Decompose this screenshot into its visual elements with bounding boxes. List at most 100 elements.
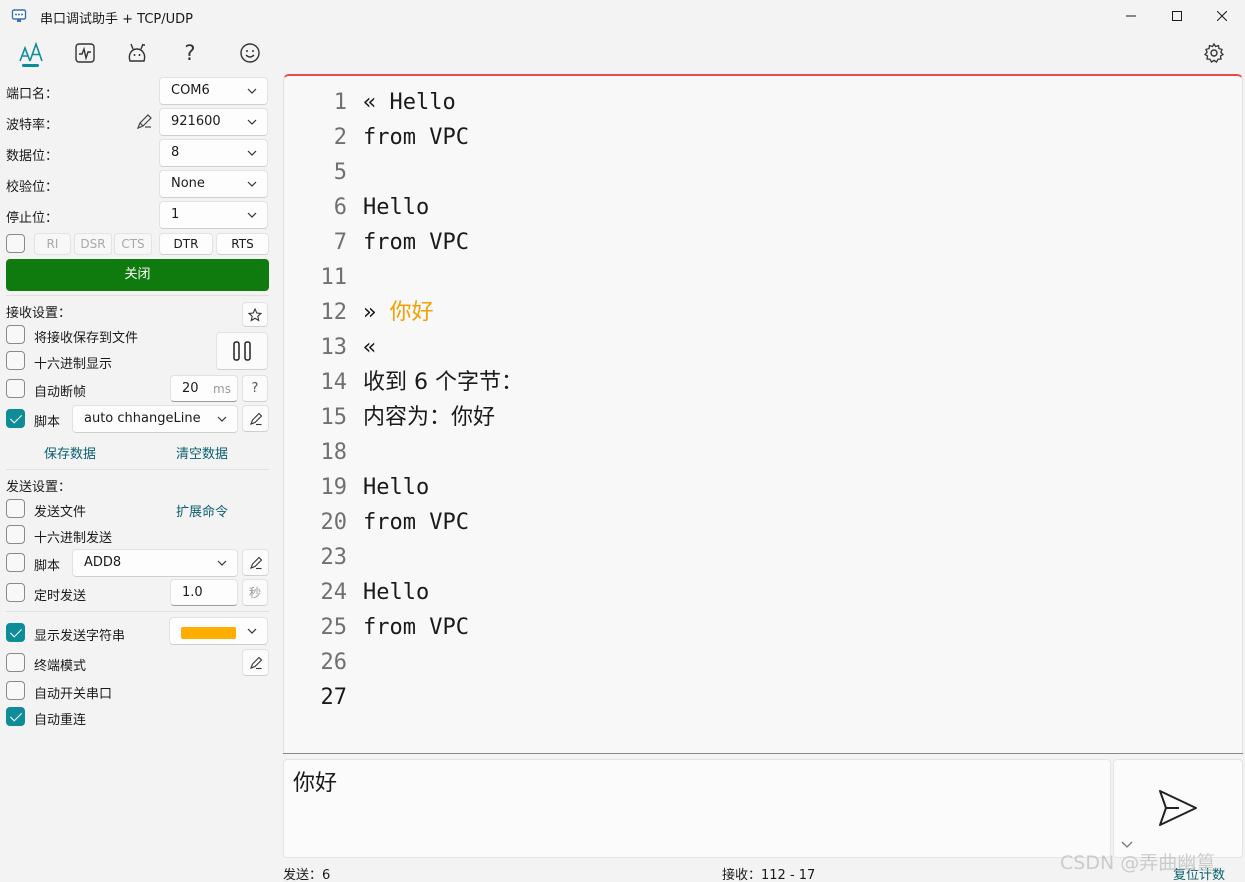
auto-reconnect-label: 自动重连 <box>34 713 87 728</box>
parity-value: None <box>171 176 205 191</box>
show-send-string-checkbox[interactable] <box>6 623 25 642</box>
port-select[interactable]: COM6 <box>159 77 268 105</box>
baud-select[interactable]: 921600 <box>159 108 268 136</box>
terminal-mode-edit-button[interactable] <box>242 649 269 676</box>
signals-checkbox[interactable] <box>6 234 25 253</box>
timed-send-value: 1.0 <box>182 585 203 600</box>
hex-send-checkbox[interactable] <box>6 525 25 544</box>
emoji-tab[interactable] <box>237 40 263 66</box>
extend-command-link[interactable]: 扩展命令 <box>176 501 228 520</box>
line-number: 19 <box>320 475 348 500</box>
chevron-down-icon <box>217 416 227 422</box>
line-number: 25 <box>320 615 348 640</box>
close-port-button[interactable]: 关闭 <box>6 259 269 291</box>
app-icon <box>11 9 27 22</box>
auto-switch-port-checkbox[interactable] <box>6 681 25 700</box>
maximize-button[interactable] <box>1154 0 1200 32</box>
divider <box>6 469 269 470</box>
auto-frame-unit: ms <box>213 382 231 396</box>
line-number: 14 <box>320 370 348 395</box>
dtr-button[interactable]: DTR <box>159 233 213 255</box>
edit-pen-icon[interactable] <box>136 113 153 130</box>
minimize-icon <box>1126 15 1136 17</box>
close-window-button[interactable] <box>1199 0 1245 32</box>
save-to-file-checkbox[interactable] <box>6 325 25 344</box>
left-panel: 端口名： COM6 波特率： 921600 数据位： 8 校验位： None 停… <box>0 74 278 882</box>
show-send-string-label: 显示发送字符串 <box>34 629 126 644</box>
settings-button[interactable] <box>1201 40 1227 66</box>
timed-send-unit: 秒 <box>242 579 268 606</box>
line-number: 13 <box>320 335 348 360</box>
divider <box>6 611 269 612</box>
watermark: CSDN @弄曲幽篁 <box>1060 852 1216 874</box>
line-text: « <box>363 330 376 365</box>
ri-indicator: RI <box>34 233 71 255</box>
line-number: 18 <box>320 440 348 465</box>
line-number: 26 <box>320 650 348 675</box>
send-input-value: 你好 <box>293 771 338 796</box>
toolbar: ? <box>0 32 1245 74</box>
favorite-button[interactable] <box>242 302 268 327</box>
auto-frame-checkbox[interactable] <box>6 379 25 398</box>
send-script-checkbox[interactable] <box>6 553 25 572</box>
line-text: from VPC <box>363 505 469 540</box>
waveform-tab[interactable] <box>72 40 98 66</box>
baud-value: 921600 <box>171 114 221 129</box>
star-icon <box>248 307 262 322</box>
send-settings-title: 发送设置： <box>6 480 72 495</box>
stopbits-select[interactable]: 1 <box>159 201 268 229</box>
smile-icon <box>240 43 260 63</box>
receive-script-select[interactable]: auto chhangeLine <box>72 405 238 433</box>
clear-data-link[interactable]: 清空数据 <box>176 443 228 462</box>
line-content: » <box>363 300 390 325</box>
help-icon[interactable]: ? <box>177 40 203 66</box>
active-tab-indicator <box>22 64 39 67</box>
line-number: 23 <box>320 545 348 570</box>
send-input[interactable]: 你好 <box>283 759 1111 858</box>
chevron-down-icon <box>217 560 227 566</box>
receive-script-edit-button[interactable] <box>242 405 269 432</box>
cts-indicator: CTS <box>114 233 152 255</box>
send-script-edit-button[interactable] <box>242 549 269 576</box>
send-script-select[interactable]: ADD8 <box>72 549 238 577</box>
auto-reconnect-checkbox[interactable] <box>6 707 25 726</box>
activity-icon <box>75 43 95 63</box>
parity-label: 校验位： <box>6 180 59 195</box>
line-content: « <box>363 335 377 360</box>
line-content: from VPC <box>363 510 469 535</box>
line-text: Hello <box>363 470 429 505</box>
pause-icon <box>233 341 251 361</box>
font-icon <box>19 41 43 62</box>
pause-button[interactable] <box>216 332 268 370</box>
minimize-button[interactable] <box>1108 0 1154 32</box>
line-content: Hello <box>363 475 430 500</box>
line-number: 5 <box>333 160 347 185</box>
line-content: « Hello <box>363 90 456 115</box>
receive-script-label: 脚本 <box>34 415 61 430</box>
send-script-label: 脚本 <box>34 559 61 574</box>
send-file-checkbox[interactable] <box>6 499 25 518</box>
line-number: 12 <box>320 300 348 325</box>
receive-text-area[interactable]: 1 « Hello 2 from VPC 5 6 Hello 7 from VPC 11 12 » 你… <box>283 74 1243 754</box>
receive-script-checkbox[interactable] <box>6 409 25 428</box>
terminal-mode-label: 终端模式 <box>34 659 87 674</box>
font-tab[interactable] <box>18 40 44 66</box>
maximize-icon <box>1172 11 1182 21</box>
line-text: 收到 6 个字节： <box>363 365 523 400</box>
debug-tab[interactable] <box>124 40 150 66</box>
databits-select[interactable]: 8 <box>159 139 268 167</box>
baud-label: 波特率： <box>6 118 59 133</box>
hex-display-checkbox[interactable] <box>6 351 25 370</box>
line-number: 15 <box>320 405 348 430</box>
line-number: 27 <box>320 685 348 710</box>
terminal-mode-checkbox[interactable] <box>6 653 25 672</box>
timed-send-checkbox[interactable] <box>6 583 25 602</box>
line-content: from VPC <box>363 615 469 640</box>
parity-select[interactable]: None <box>159 170 268 198</box>
line-text: from VPC <box>363 120 469 155</box>
hex-display-label: 十六进制显示 <box>34 357 113 372</box>
rts-button[interactable]: RTS <box>216 233 269 255</box>
timed-send-input[interactable]: 1.0 <box>170 579 238 606</box>
auto-frame-help-button[interactable]: ? <box>242 375 268 402</box>
save-data-link[interactable]: 保存数据 <box>44 443 96 462</box>
